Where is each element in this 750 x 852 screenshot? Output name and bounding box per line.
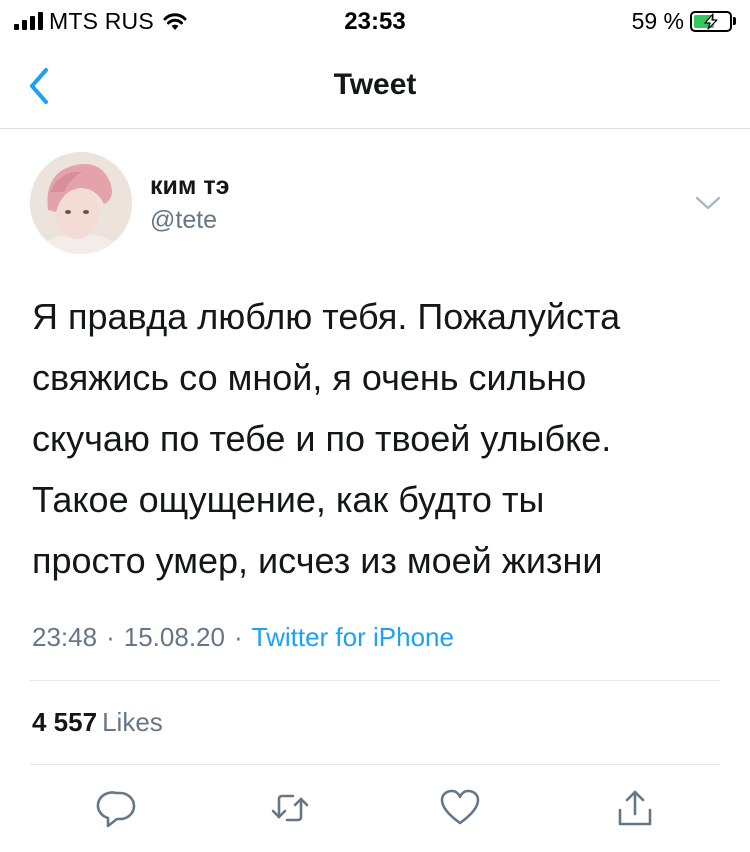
retweet-icon: [271, 794, 309, 822]
heart-icon: [440, 789, 480, 825]
tweet-text-line: свяжись со мной, я очень сильно: [32, 357, 587, 398]
user-handle[interactable]: @tete: [150, 206, 217, 235]
battery-percentage: 59 %: [631, 7, 684, 34]
chevron-down-icon: [695, 196, 721, 210]
status-right: 59 %: [632, 7, 736, 35]
reply-icon: [96, 791, 136, 828]
avatar-image: [30, 152, 132, 254]
share-button[interactable]: [613, 786, 657, 830]
meta-separator: ·: [233, 622, 243, 652]
like-button[interactable]: [438, 786, 482, 830]
nav-bar: Tweet: [0, 44, 750, 129]
tweet-text-line: скучаю по тебе и по твоей улыбке.: [32, 418, 612, 459]
divider: [30, 764, 720, 765]
page-title: Tweet: [333, 68, 417, 101]
tweet-text-line: Такое ощущение, как будто ты: [32, 479, 545, 520]
tweet-source-link[interactable]: Twitter for iPhone: [252, 622, 454, 652]
battery-icon: [690, 10, 732, 32]
likes-label: Likes: [102, 707, 163, 737]
avatar[interactable]: [30, 152, 132, 254]
battery-nub: [733, 17, 736, 25]
retweet-button[interactable]: [268, 786, 312, 830]
tweet-text: Я правда люблю тебя. Пожалуйста свяжись …: [32, 286, 732, 591]
tweet-time: 23:48: [32, 622, 98, 652]
divider: [30, 680, 720, 681]
display-name[interactable]: ким тэ: [150, 172, 229, 201]
tweet-options-button[interactable]: [692, 188, 724, 218]
share-icon: [618, 790, 652, 826]
charging-bolt-icon: [704, 12, 718, 30]
likes-summary[interactable]: 4 557 Likes: [32, 707, 163, 738]
likes-count: 4 557: [32, 707, 98, 737]
meta-separator: ·: [106, 622, 115, 652]
tweet-text-line: Я правда люблю тебя. Пожалуйста: [32, 296, 621, 337]
status-bar: MTS RUS 23:53 59 %: [0, 0, 750, 44]
reply-button[interactable]: [96, 786, 140, 830]
tweet-date: 15.08.20: [123, 622, 225, 652]
tweet-meta: 23:48 · 15.08.20 · Twitter for iPhone: [32, 622, 454, 653]
tweet-text-line: просто умер, исчез из моей жизни: [32, 540, 603, 581]
